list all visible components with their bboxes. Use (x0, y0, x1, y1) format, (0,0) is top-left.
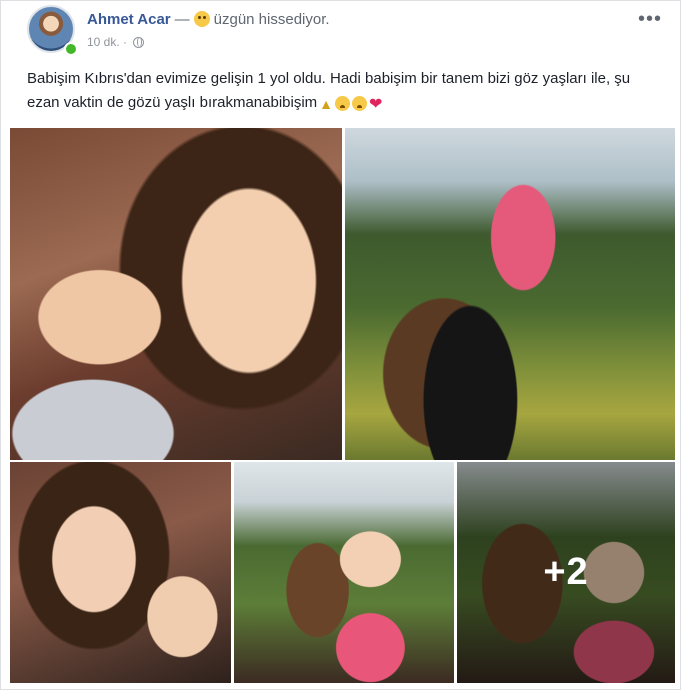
author-name-link[interactable]: Ahmet Acar (87, 11, 171, 28)
post-caption: Babişim Kıbrıs'dan evimize gelişin 1 yol… (27, 67, 657, 117)
online-status-icon (64, 42, 78, 56)
sad-face-icon (193, 11, 210, 27)
more-options-button[interactable]: ••• (638, 9, 662, 29)
photo-1[interactable] (10, 128, 342, 460)
more-photos-overlay[interactable]: +2 (457, 462, 675, 683)
post-title-line: Ahmet Acar — üzgün hissediyor. (87, 11, 330, 28)
globe-icon[interactable] (133, 37, 145, 48)
post-meta: 10 dk. · (87, 35, 145, 49)
folded-hands-icon: ▲ (319, 96, 334, 112)
photo-2[interactable] (345, 128, 675, 460)
photo-4[interactable] (234, 462, 454, 683)
sad-face-icon (335, 96, 351, 111)
post-timestamp[interactable]: 10 dk. (87, 35, 120, 49)
post-header: Ahmet Acar — üzgün hissediyor. 10 dk. · (27, 5, 667, 57)
feeling-text[interactable]: üzgün hissediyor. (214, 11, 330, 28)
caption-emojis: ▲ ❤ (319, 92, 382, 117)
photo-5[interactable]: +2 (457, 462, 675, 683)
photo-3[interactable] (10, 462, 231, 683)
facebook-post: Ahmet Acar — üzgün hissediyor. 10 dk. · ••… (0, 0, 681, 690)
crying-face-icon (352, 96, 368, 111)
title-separator: — (174, 11, 190, 28)
red-heart-icon: ❤ (369, 96, 383, 113)
meta-separator: · (123, 35, 128, 49)
